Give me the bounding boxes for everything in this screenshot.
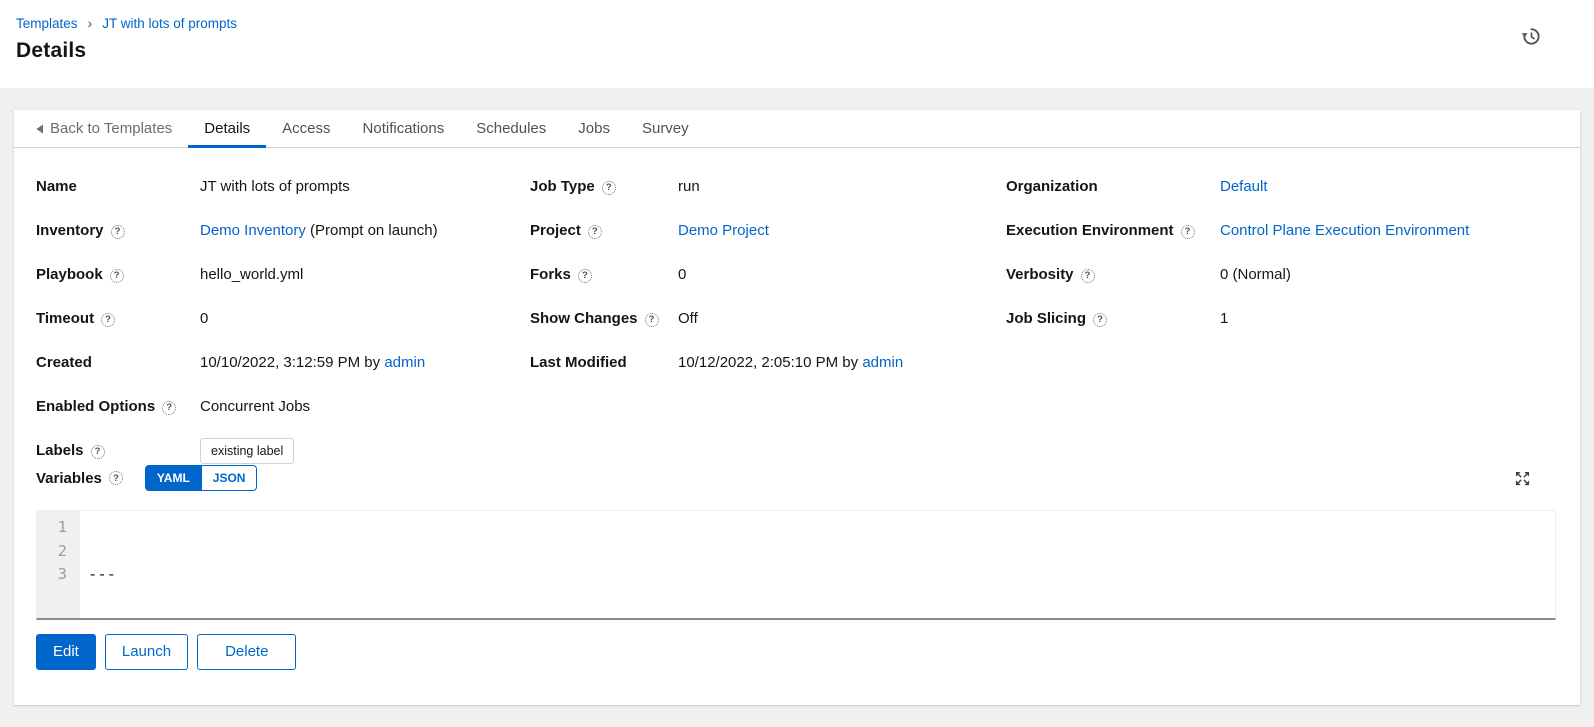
field-value-job-slicing: 1 [1220,310,1229,327]
field-label-inventory: Inventory? [36,220,200,264]
tab-jobs[interactable]: Jobs [562,110,626,147]
editor-code-area[interactable]: --- ansible_ssh_user: ec2 ansible_connec… [80,511,1555,618]
breadcrumb-separator: › [87,15,93,31]
field-label-show-changes: Show Changes? [530,308,678,352]
tab-notifications[interactable]: Notifications [347,110,461,147]
help-icon[interactable]: ? [1080,268,1095,283]
organization-link[interactable]: Default [1220,178,1268,195]
expand-button[interactable] [1515,471,1530,486]
help-icon[interactable]: ? [1180,224,1195,239]
field-value-organization: Default [1220,176,1556,220]
modified-by-link[interactable]: admin [862,354,903,371]
variables-editor: 1 2 3 --- ansible_ssh_user: ec2 ansible_… [36,510,1556,620]
tab-details[interactable]: Details [188,110,267,148]
field-value-labels: existing label [200,438,1556,464]
field-value-name: JT with lots of prompts [200,178,350,195]
tab-back-to-templates[interactable]: Back to Templates [36,110,188,147]
help-icon[interactable]: ? [577,268,592,283]
page-title: Details [16,39,87,62]
field-value-execution-environment: Control Plane Execution Environment [1220,220,1556,264]
tab-access[interactable]: Access [266,110,346,147]
field-value-last-modified: 10/12/2022, 2:05:10 PM by admin [678,354,904,371]
help-icon[interactable]: ? [101,312,116,327]
field-value-inventory: Demo Inventory (Prompt on launch) [200,222,438,239]
field-label-verbosity: Verbosity? [1006,264,1220,308]
created-by-link[interactable]: admin [384,354,425,371]
code-line: --- [88,565,116,583]
yaml-json-toggle: YAML JSON [144,465,258,491]
help-icon[interactable]: ? [110,224,125,239]
help-icon[interactable]: ? [601,180,616,195]
field-value-job-type: run [678,178,700,195]
line-number: 2 [57,541,67,560]
breadcrumb: Templates › JT with lots of prompts [16,15,1578,31]
field-label-execution-environment: Execution Environment? [1006,220,1220,264]
launch-button[interactable]: Launch [104,634,189,670]
breadcrumb-link-current[interactable]: JT with lots of prompts [102,16,237,31]
variables-label: Variables [36,469,102,487]
help-icon[interactable]: ? [587,224,602,239]
yaml-toggle-button[interactable]: YAML [144,465,202,491]
main-content: Back to Templates Details Access Notific… [0,88,1594,727]
field-value-timeout: 0 [200,310,209,327]
field-value-forks: 0 [678,266,687,283]
field-value-verbosity: 0 (Normal) [1220,266,1291,283]
field-label-organization: Organization [1006,178,1098,195]
details-grid: Name JT with lots of prompts Job Type? r… [36,176,1556,464]
history-button[interactable] [1521,26,1542,47]
field-label-name: Name [36,178,77,195]
tab-survey[interactable]: Survey [626,110,705,147]
edit-button[interactable]: Edit [36,634,96,670]
expand-arrows-icon [1515,471,1530,489]
help-icon[interactable]: ? [644,312,659,327]
help-icon[interactable]: ? [1093,312,1108,327]
field-label-project: Project? [530,220,678,264]
field-label-job-slicing: Job Slicing? [1006,308,1220,352]
field-value-show-changes: Off [678,310,698,327]
empty-cell [1220,352,1556,375]
help-icon[interactable]: ? [162,400,177,415]
field-label-forks: Forks? [530,264,678,308]
execution-environment-link[interactable]: Control Plane Execution Environment [1220,222,1469,239]
delete-button[interactable]: Delete [197,634,297,670]
editor-gutter: 1 2 3 [37,511,80,618]
tab-bar: Back to Templates Details Access Notific… [14,110,1580,148]
history-icon [1521,28,1542,50]
field-label-job-type: Job Type? [530,176,678,220]
field-label-timeout: Timeout? [36,308,200,352]
field-label-labels: Labels? [36,440,200,461]
field-label-last-modified: Last Modified [530,354,627,371]
details-card: Back to Templates Details Access Notific… [14,110,1580,705]
field-value-created: 10/10/2022, 3:12:59 PM by admin [200,354,426,371]
inventory-link[interactable]: Demo Inventory [200,222,306,239]
page-header: Templates › JT with lots of prompts Deta… [0,0,1594,88]
field-value-enabled-options: Concurrent Jobs [200,398,311,415]
help-icon[interactable]: ? [109,268,124,283]
json-toggle-button[interactable]: JSON [201,465,258,491]
field-label-playbook: Playbook? [36,264,200,308]
field-label-created: Created [36,354,92,371]
back-arrow-icon [36,124,43,134]
tab-schedules[interactable]: Schedules [460,110,562,147]
details-body: Name JT with lots of prompts Job Type? r… [14,148,1580,682]
help-icon[interactable]: ? [90,444,105,459]
project-link[interactable]: Demo Project [678,222,769,239]
help-icon[interactable]: ? [108,471,123,485]
empty-cell [1006,352,1220,375]
field-label-enabled-options: Enabled Options? [36,396,200,440]
variables-row: Variables ? YAML JSON [36,465,1556,491]
field-value-project: Demo Project [678,220,1006,264]
field-value-playbook: hello_world.yml [200,266,304,283]
label-chip: existing label [200,438,295,464]
breadcrumb-link-templates[interactable]: Templates [16,16,78,31]
action-buttons: Edit Launch Delete [36,634,1556,670]
line-number: 1 [57,518,67,536]
line-number: 3 [57,565,67,583]
